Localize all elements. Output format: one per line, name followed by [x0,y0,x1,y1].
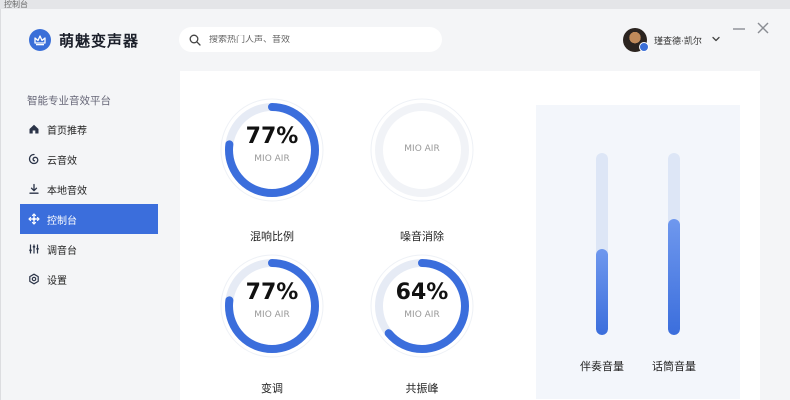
user-name[interactable]: 瑾查德·凯尔 [654,34,702,47]
home-icon [28,123,40,135]
sidebar-item-mixer[interactable]: 调音台 [20,234,158,264]
dial-subtitle: MIO AIR [254,310,290,320]
sidebar-item-home[interactable]: 首页推荐 [20,114,158,144]
slider-fill [668,218,680,335]
app-logo [29,29,51,51]
minimize-icon[interactable] [732,23,746,35]
dial-label: 混响比例 [250,230,294,243]
sidebar-item-label: 调音台 [47,245,77,257]
cloud-effects-icon [28,153,40,165]
dial-value: 77% [245,280,299,305]
sidebar-item-label: 控制台 [47,215,77,227]
volume-panel: 伴奏音量 话筒音量 [536,105,740,399]
move-arrows-icon [28,213,40,225]
close-icon[interactable] [756,21,770,35]
sidebar-item-local-effects[interactable]: 本地音效 [20,174,158,204]
dial-subtitle: MIO AIR [404,144,440,154]
sidebar-item-console[interactable]: 控制台 [20,204,158,234]
search-bar[interactable] [179,27,442,52]
sidebar-item-label: 本地音效 [47,185,87,197]
vip-badge-icon [639,42,649,52]
sidebar-item-settings[interactable]: 设置 [20,264,158,294]
slider-fill [596,249,608,335]
mixer-sliders-icon [28,243,40,255]
sidebar-item-label: 云音效 [47,155,77,167]
dial-label: 噪音消除 [400,230,444,243]
mic-volume-slider[interactable] [668,153,680,335]
console-panel: 77% MIO AIR 混响比例 MIO AIR 噪音消除 77% MIO AI… [180,71,760,400]
accompaniment-volume-slider[interactable] [596,153,608,335]
search-input[interactable] [209,34,429,45]
formant-dial[interactable]: 64% MIO AIR [370,254,474,358]
pitch-dial[interactable]: 77% MIO AIR [220,254,324,358]
reverb-ratio-dial[interactable]: 77% MIO AIR [220,98,324,202]
dial-subtitle: MIO AIR [254,154,290,164]
dial-label: 变调 [261,382,283,395]
dial-label: 共振峰 [405,382,439,395]
sidebar-title: 智能专业音效平台 [27,95,111,107]
slider-label: 话筒音量 [652,360,696,373]
dial-ring [220,98,324,202]
dial-subtitle: MIO AIR [404,310,440,320]
sidebar-item-cloud-effects[interactable]: 云音效 [20,144,158,174]
crown-logo-icon [34,35,46,46]
dial-ring [220,254,324,358]
slider-label: 伴奏音量 [580,360,624,373]
search-icon [189,34,201,46]
download-icon [28,183,40,195]
sidebar-item-label: 设置 [47,275,67,287]
sidebar-item-label: 首页推荐 [47,125,87,137]
noise-cancel-dial[interactable]: MIO AIR [370,98,474,202]
app-window: 萌魅变声器 瑾查德·凯尔 智能专业音效平台 首页推荐 云音效 [0,9,790,400]
dial-value: 64% [395,280,449,305]
chevron-down-icon[interactable] [710,33,722,45]
app-brand-name: 萌魅变声器 [59,32,140,50]
dial-ring [370,254,474,358]
sidebar-nav: 首页推荐 云音效 本地音效 控制台 调音台 设置 [20,114,158,294]
os-window-title: 控制台 [4,0,28,9]
dial-value: 77% [245,124,299,149]
gear-icon [28,273,40,285]
